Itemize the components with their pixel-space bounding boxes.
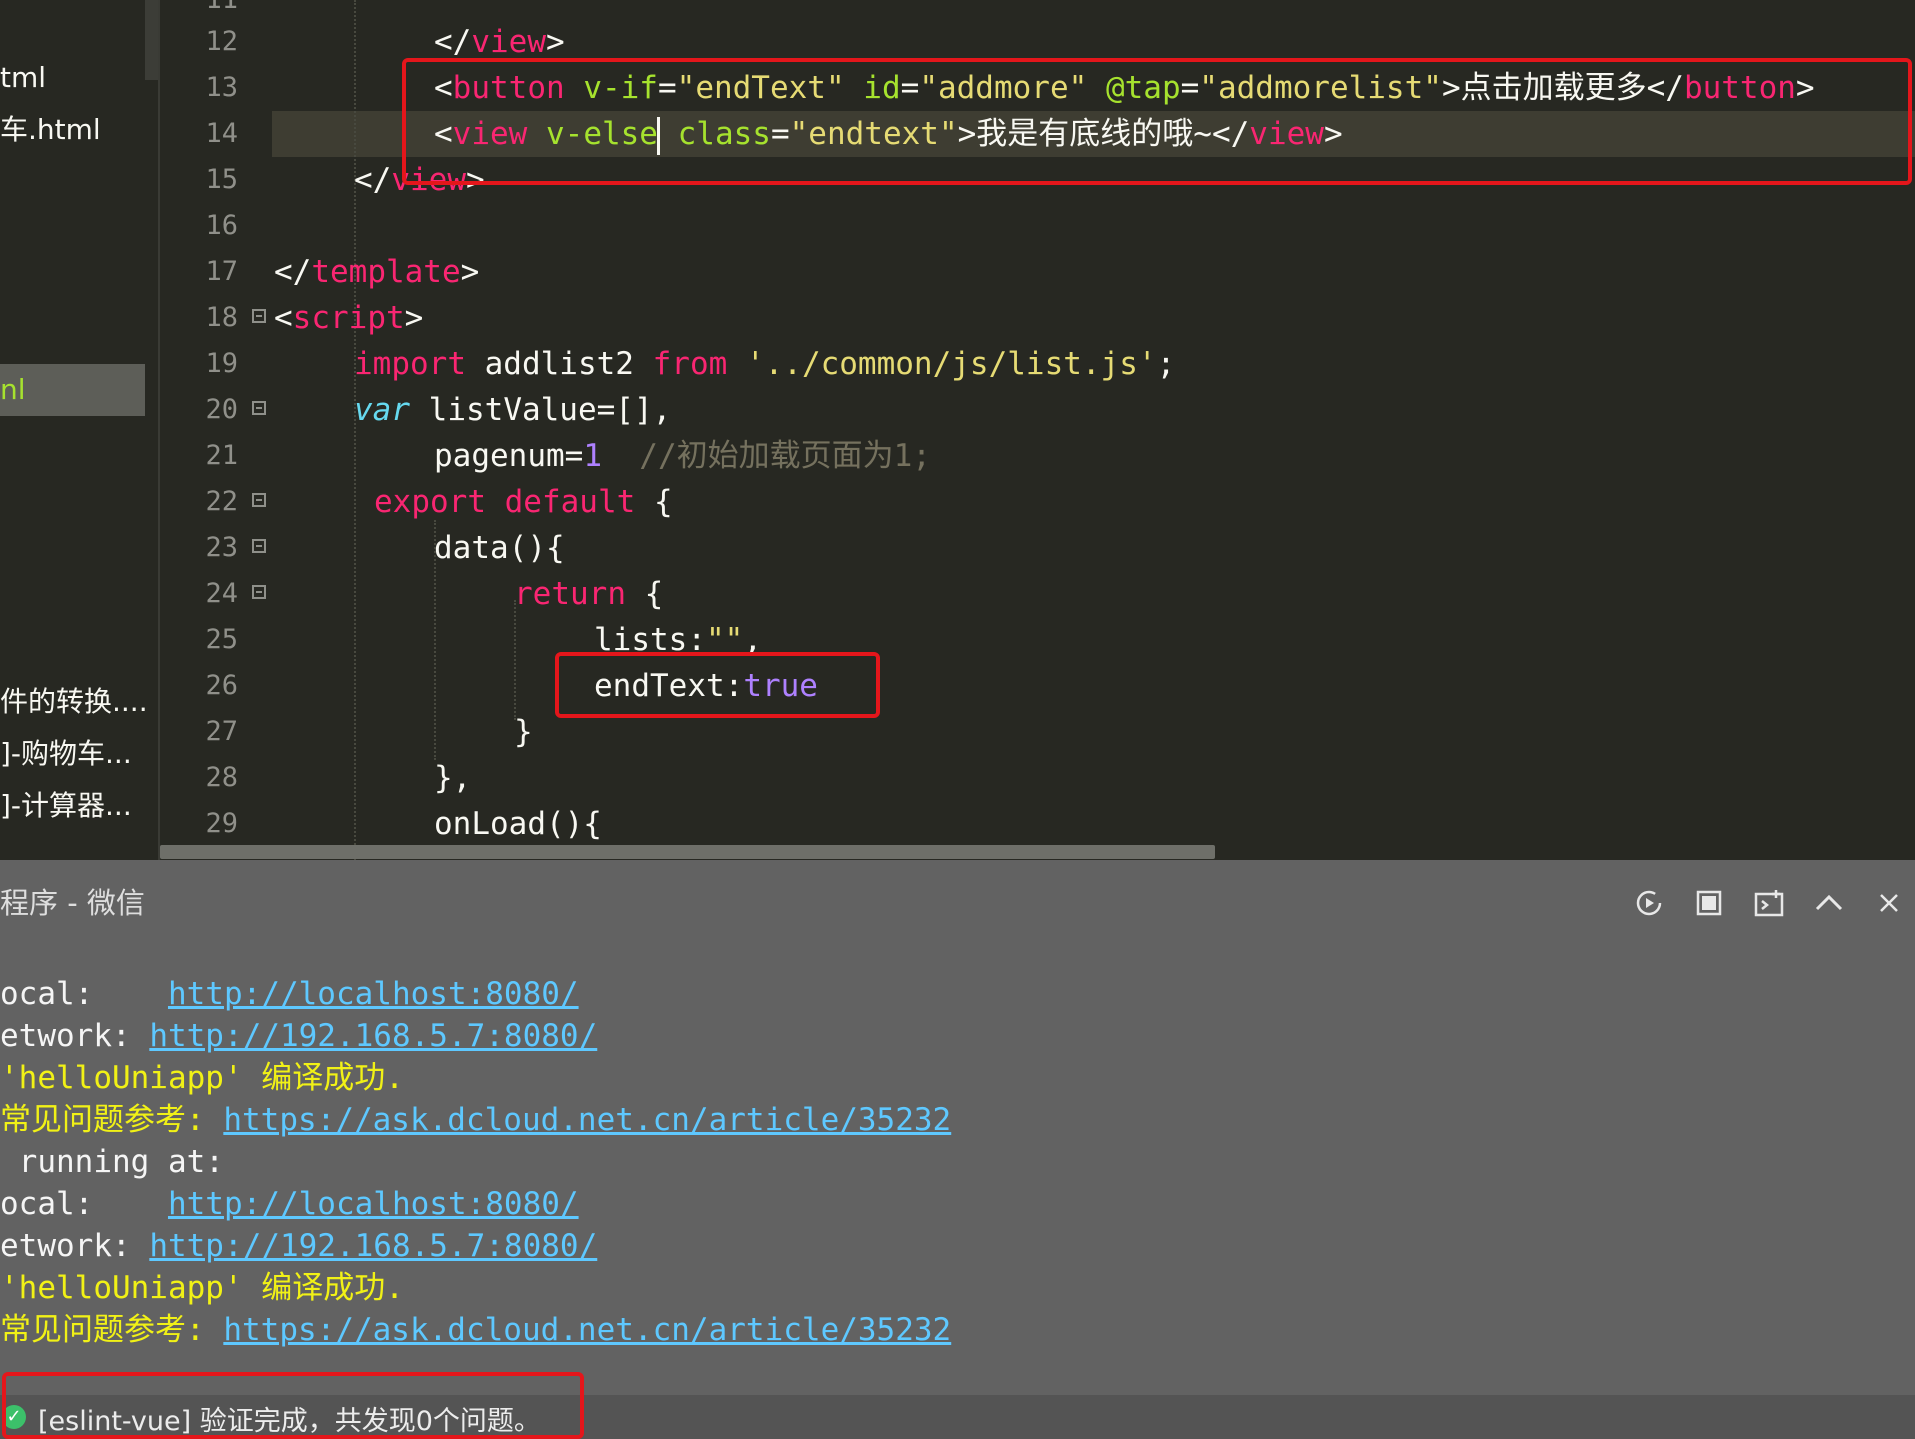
line-number: 28	[205, 762, 238, 793]
sidebar-scrollbar[interactable]	[145, 0, 158, 80]
fold-toggle-icon[interactable]	[252, 309, 266, 323]
code-line-27: }	[514, 714, 533, 750]
console-link[interactable]: https://ask.dcloud.net.cn/article/35232	[223, 1102, 951, 1138]
console-line: 常见问题参考: https://ask.dcloud.net.cn/articl…	[0, 1312, 952, 1348]
indent-guide	[514, 600, 516, 720]
fold-toggle-icon[interactable]	[252, 493, 266, 507]
line-number: 24	[205, 578, 238, 609]
console-line: ocal: http://localhost:8080/	[0, 976, 579, 1012]
sidebar-item-2[interactable]: 车.html	[0, 110, 101, 150]
console-line: 'helloUniapp' 编译成功.	[0, 1270, 404, 1306]
close-icon[interactable]	[1874, 888, 1904, 918]
sidebar-item-active[interactable]: nl	[0, 364, 145, 416]
line-number: 17	[205, 256, 238, 287]
console-title: 程序 - 微信	[0, 886, 145, 920]
console-link[interactable]: http://localhost:8080/	[168, 976, 579, 1012]
code-line-28: },	[434, 760, 472, 796]
code-line-24: return {	[514, 576, 664, 612]
line-number: 25	[205, 624, 238, 655]
line-number: 15	[205, 164, 238, 195]
code-line-20: var listValue=[],	[354, 392, 672, 428]
code-line-23: data(){	[434, 530, 565, 566]
console-line: etwork: http://192.168.5.7:8080/	[0, 1018, 598, 1054]
code-line-17: </template>	[274, 254, 480, 290]
sidebar-item-1[interactable]: tml	[0, 58, 46, 98]
console-line: ocal: http://localhost:8080/	[0, 1186, 579, 1222]
line-number-gutter: 11 12 13 14 15 16 17 18 19 20 21 22 23 2…	[158, 0, 272, 860]
highlight-box-endtext	[555, 652, 880, 718]
line-number: 16	[205, 210, 238, 241]
line-number: 19	[205, 348, 238, 379]
console-panel: 程序 - 微信 ocal: http://localhost:8080/ etw…	[0, 860, 1915, 1395]
editor-horizontal-scrollbar[interactable]	[160, 845, 1215, 859]
file-sidebar: tml 车.html nl 件的转换.... ]-购物车... ]-计算器...	[0, 0, 158, 860]
code-line-21: pagenum=1 //初始加载页面为1;	[434, 438, 931, 474]
line-number: 22	[205, 486, 238, 517]
console-link[interactable]: https://ask.dcloud.net.cn/article/35232	[223, 1312, 951, 1348]
line-number: 26	[205, 670, 238, 701]
console-line: running at:	[0, 1144, 224, 1180]
sidebar-item-4[interactable]: 件的转换....	[0, 682, 148, 722]
fold-toggle-icon[interactable]	[252, 585, 266, 599]
line-number: 14	[205, 118, 238, 149]
line-number: 20	[205, 394, 238, 425]
highlight-box-button-view	[402, 58, 1912, 185]
console-line: 'helloUniapp' 编译成功.	[0, 1060, 404, 1096]
console-link[interactable]: http://localhost:8080/	[168, 1186, 579, 1222]
console-line: 常见问题参考: https://ask.dcloud.net.cn/articl…	[0, 1102, 952, 1138]
console-link[interactable]: http://192.168.5.7:8080/	[149, 1018, 597, 1054]
open-terminal-icon[interactable]	[1754, 888, 1784, 918]
code-line-29: onLoad(){	[434, 806, 602, 842]
run-icon[interactable]	[1634, 888, 1664, 918]
sidebar-item-5[interactable]: ]-购物车...	[0, 734, 132, 774]
line-number: 29	[205, 808, 238, 839]
line-number: 21	[205, 440, 238, 471]
line-number: 13	[205, 72, 238, 103]
line-number: 23	[205, 532, 238, 563]
fold-toggle-icon[interactable]	[252, 401, 266, 415]
stop-icon[interactable]	[1694, 888, 1724, 918]
code-line-19: import addlist2 from '../common/js/list.…	[354, 346, 1176, 382]
console-line: etwork: http://192.168.5.7:8080/	[0, 1228, 598, 1264]
line-number: 12	[205, 26, 238, 57]
line-number: 18	[205, 302, 238, 333]
sidebar-item-6[interactable]: ]-计算器...	[0, 786, 132, 826]
collapse-icon[interactable]	[1814, 888, 1844, 918]
code-line-22: export default {	[374, 484, 673, 520]
code-line-18: <script>	[274, 300, 424, 336]
highlight-box-status	[2, 1372, 584, 1439]
fold-toggle-icon[interactable]	[252, 539, 266, 553]
line-number: 27	[205, 716, 238, 747]
console-link[interactable]: http://192.168.5.7:8080/	[149, 1228, 597, 1264]
